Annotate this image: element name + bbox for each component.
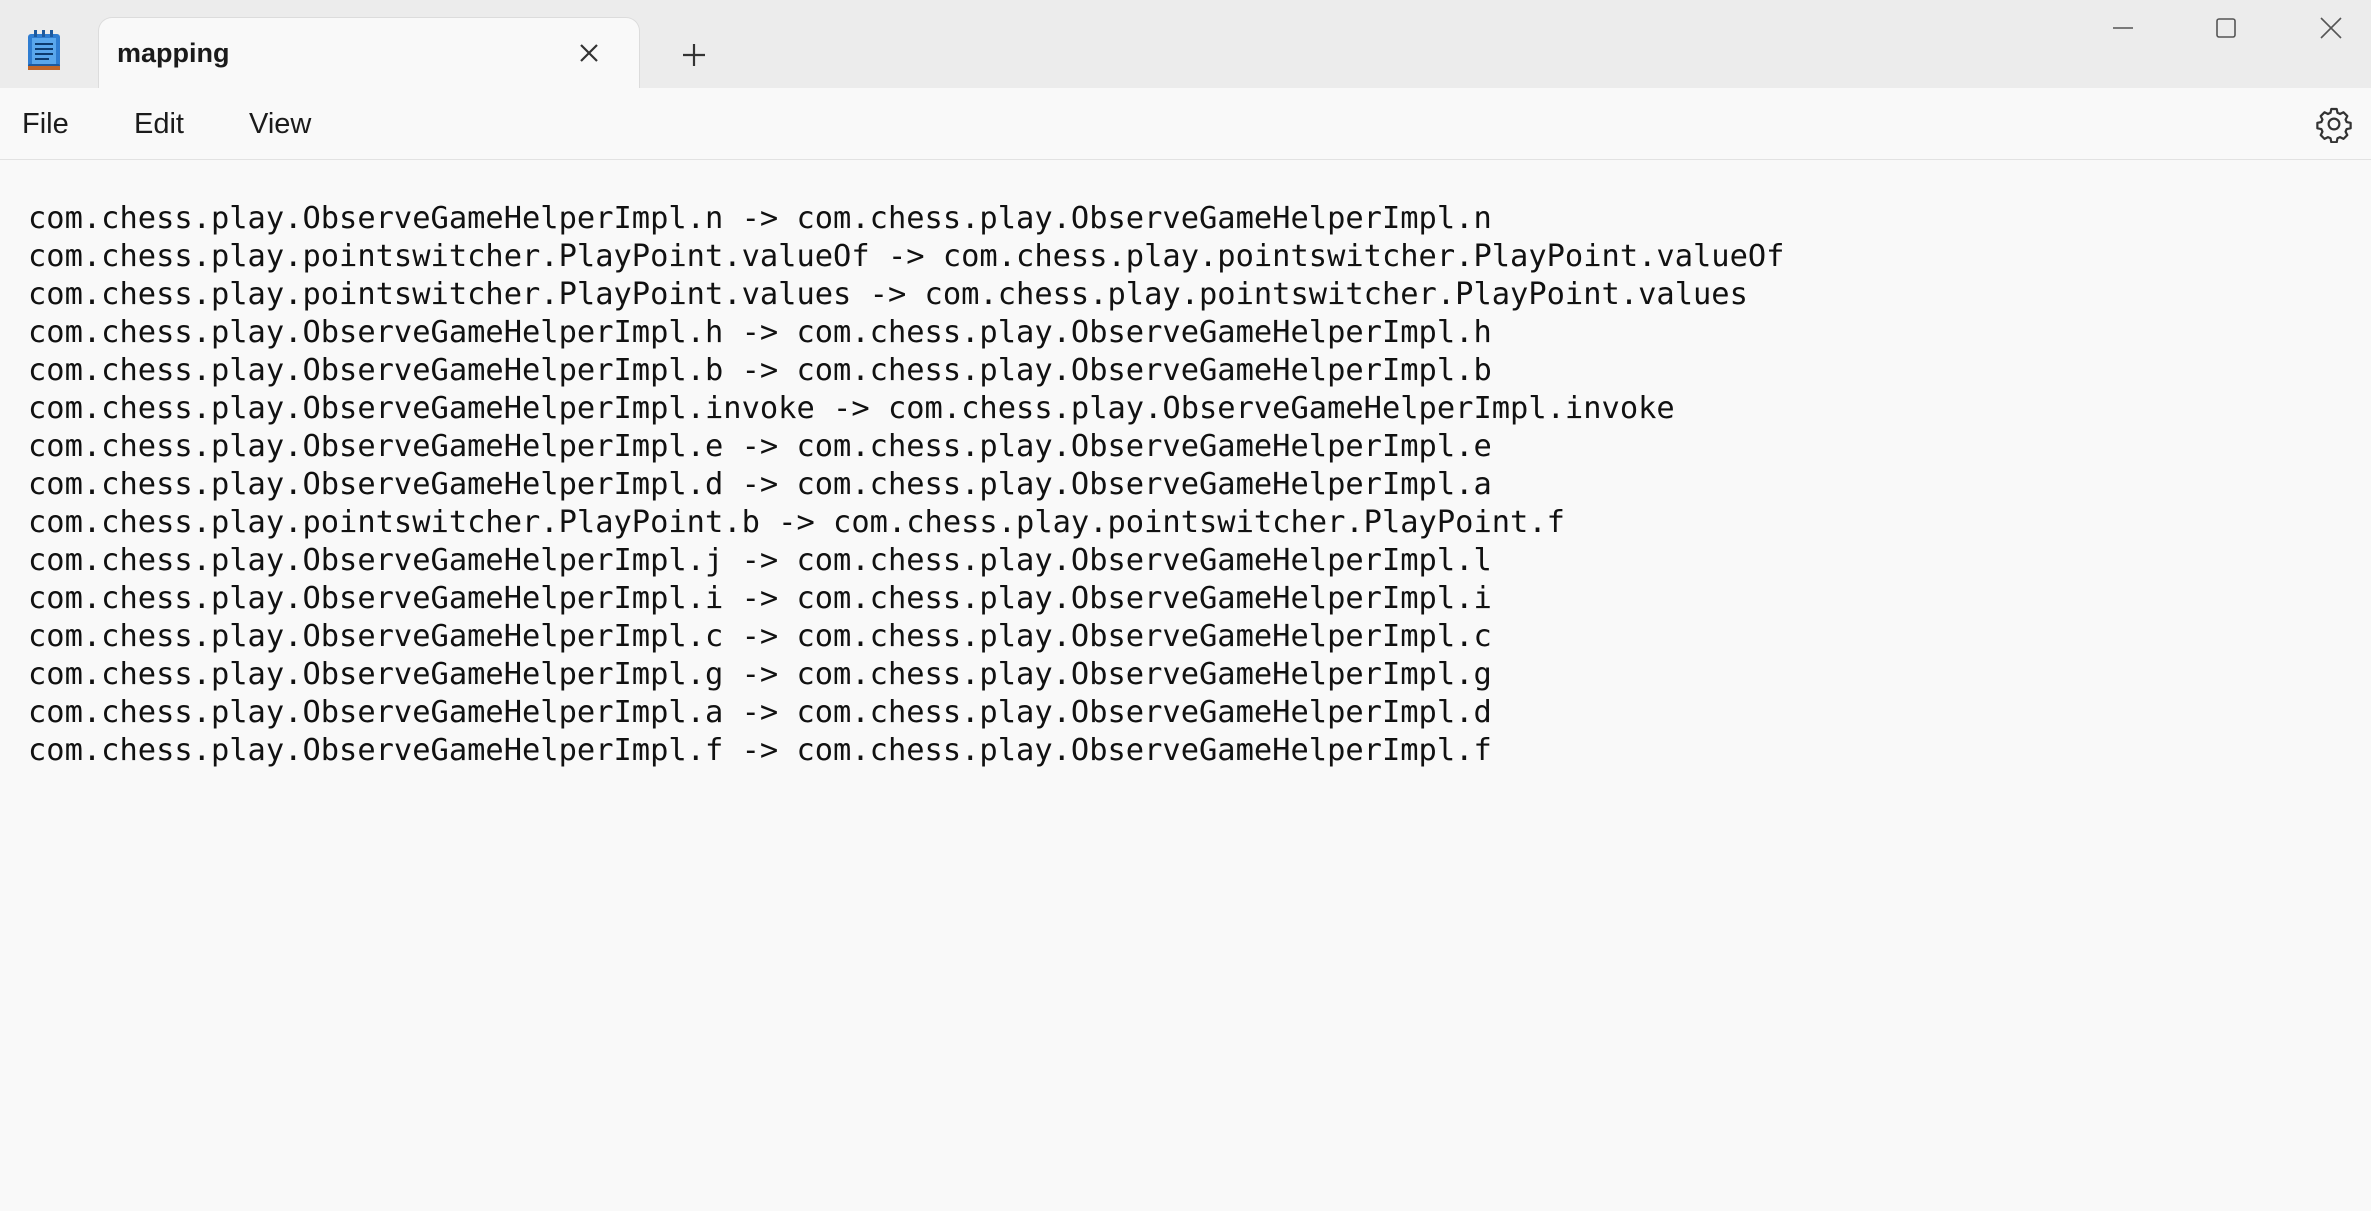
close-icon[interactable] <box>2304 10 2358 46</box>
maximize-icon[interactable] <box>2199 10 2253 46</box>
editor-line: com.chess.play.ObserveGameHelperImpl.j -… <box>28 543 1492 578</box>
editor-line: com.chess.play.ObserveGameHelperImpl.g -… <box>28 657 1492 692</box>
editor-line: com.chess.play.pointswitcher.PlayPoint.v… <box>28 239 1785 274</box>
menu-view[interactable]: View <box>249 108 311 141</box>
menu-bar: File Edit View <box>0 88 2371 160</box>
menu-file[interactable]: File <box>22 108 69 141</box>
editor-line: com.chess.play.ObserveGameHelperImpl.n -… <box>28 201 1492 236</box>
editor-line: com.chess.play.ObserveGameHelperImpl.i -… <box>28 581 1492 616</box>
editor-line: com.chess.play.ObserveGameHelperImpl.inv… <box>28 391 1675 426</box>
editor-line: com.chess.play.ObserveGameHelperImpl.a -… <box>28 695 1492 730</box>
minimize-icon[interactable] <box>2096 10 2150 46</box>
editor-line: com.chess.play.pointswitcher.PlayPoint.v… <box>28 277 1748 312</box>
menu-edit[interactable]: Edit <box>134 108 184 141</box>
text-editor[interactable]: com.chess.play.ObserveGameHelperImpl.n -… <box>0 160 2371 1211</box>
notepad-icon <box>24 28 64 72</box>
editor-line: com.chess.play.ObserveGameHelperImpl.f -… <box>28 733 1492 768</box>
title-bar: mapping <box>0 0 2371 89</box>
gear-icon[interactable] <box>2315 105 2353 144</box>
editor-line: com.chess.play.ObserveGameHelperImpl.e -… <box>28 429 1492 464</box>
plus-icon[interactable] <box>675 36 713 74</box>
tab-mapping[interactable]: mapping <box>98 17 640 89</box>
close-icon[interactable] <box>575 39 603 67</box>
editor-line: com.chess.play.ObserveGameHelperImpl.h -… <box>28 315 1492 350</box>
editor-line: com.chess.play.ObserveGameHelperImpl.d -… <box>28 467 1492 502</box>
editor-line: com.chess.play.ObserveGameHelperImpl.c -… <box>28 619 1492 654</box>
editor-line: com.chess.play.pointswitcher.PlayPoint.b… <box>28 505 1565 540</box>
tab-title: mapping <box>117 38 230 68</box>
editor-line: com.chess.play.ObserveGameHelperImpl.b -… <box>28 353 1492 388</box>
editor-lines: com.chess.play.ObserveGameHelperImpl.n -… <box>28 200 1784 770</box>
